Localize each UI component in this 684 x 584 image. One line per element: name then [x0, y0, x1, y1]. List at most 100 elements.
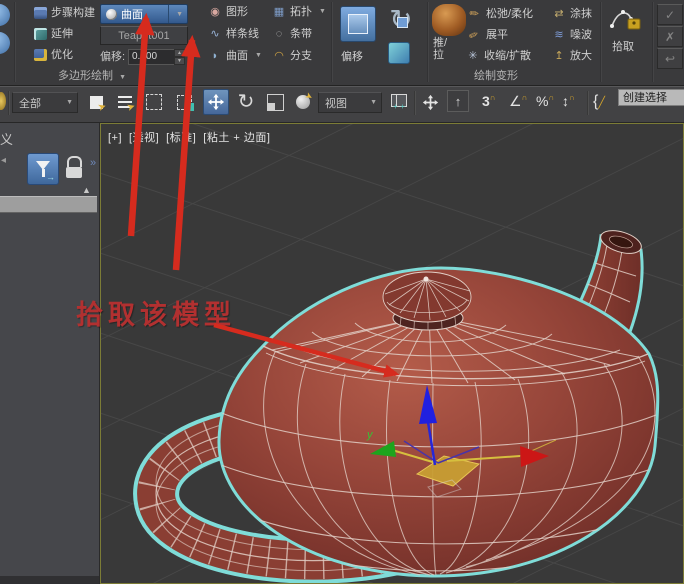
exaggerate-icon: ↥: [552, 50, 566, 63]
pick-deform-button[interactable]: [608, 6, 646, 39]
noise-button[interactable]: ≋ 噪波: [552, 28, 592, 42]
revert-button[interactable]: ↩: [657, 48, 683, 69]
step-build-icon: [34, 7, 47, 19]
snaps-toggle-3d[interactable]: 3∩: [482, 93, 496, 109]
cross-icon: [422, 94, 439, 111]
select-and-place-tool[interactable]: ➤: [291, 90, 315, 114]
cursor-icon: ➤: [96, 101, 107, 114]
optimize-label: 优化: [51, 48, 73, 62]
surface-draw-button[interactable]: ◗ 曲面 ▼: [208, 49, 262, 63]
magnet-icon: ∩: [490, 93, 496, 102]
topology-button[interactable]: ▦ 拓扑 ▼: [272, 5, 326, 19]
viewport-pov-label[interactable]: [透视]: [129, 132, 159, 144]
check-icon: ✓: [665, 8, 675, 22]
use-pivot-center-tool[interactable]: + +: [387, 90, 411, 114]
wrench-icon: ╱: [598, 97, 605, 109]
pick-curve-lock-icon: [608, 6, 646, 34]
angle-snap-toggle[interactable]: ∠∩: [509, 93, 527, 110]
region-select-tool[interactable]: [142, 90, 166, 114]
funnel-arrow-icon: →: [46, 172, 55, 182]
surface-draw-icon: ◗: [208, 50, 222, 63]
filter-selection-button[interactable]: →: [27, 153, 59, 185]
shapes-icon: ◉: [208, 6, 222, 19]
branches-icon: ◠: [272, 50, 286, 63]
shrink-expand-button[interactable]: ✳ 收缩/扩散: [466, 49, 531, 63]
topology-icon: ▦: [272, 6, 286, 19]
clipped-geometry-icon-2[interactable]: [0, 32, 10, 54]
branches-button[interactable]: ◠ 分支: [272, 49, 312, 63]
splines-button[interactable]: ∿ 样条线: [208, 27, 259, 41]
surface-pick-mode-label: 曲面: [121, 6, 143, 22]
snap-move-tool[interactable]: [418, 90, 442, 114]
relax-soften-button[interactable]: ✎ 松弛/柔化: [468, 7, 533, 21]
viewport-canvas[interactable]: y: [101, 124, 683, 583]
smudge-button[interactable]: ⇄ 涂抹: [552, 7, 592, 21]
viewport-menu-button[interactable]: [+]: [108, 132, 122, 144]
paint-deform-panel-label[interactable]: 绘制变形: [474, 67, 518, 83]
shift-offset-icon: [348, 14, 368, 34]
cancel-button[interactable]: ✗: [657, 26, 683, 47]
shapes-button[interactable]: ◉ 图形: [208, 5, 248, 19]
offset-spinner[interactable]: ▲▼: [174, 49, 185, 65]
extend-icon: [34, 28, 47, 40]
clipped-geometry-icon[interactable]: [0, 4, 10, 26]
window-crossing-toggle[interactable]: [172, 90, 196, 114]
shrink-expand-icon: ✳: [466, 50, 480, 63]
picked-object-button[interactable]: Teapot001: [100, 26, 188, 45]
push-pull-icon: [432, 4, 466, 36]
move-cross-icon: [207, 93, 225, 111]
undo-arrow-icon: ↩: [665, 52, 675, 66]
up-direction-tool[interactable]: ↑: [447, 90, 469, 112]
edit-named-selections-button[interactable]: {╱: [593, 93, 605, 111]
rotate-tool[interactable]: ↻: [234, 89, 258, 113]
smudge-brush-icon: ⇄: [552, 8, 566, 21]
rotate-brush-icon: [397, 17, 408, 28]
rotate-brush-tool-button[interactable]: ↻: [384, 3, 418, 37]
noise-icon: ≋: [552, 29, 566, 42]
chevron-left-icon[interactable]: ◂: [1, 155, 6, 166]
shift-offset-tool-button[interactable]: [340, 6, 376, 42]
scale-tool[interactable]: [263, 90, 287, 114]
named-selection-set-field[interactable]: 创建选择: [618, 89, 684, 106]
selection-filter-dropdown[interactable]: 全部 ▼: [12, 92, 78, 113]
step-build-button[interactable]: 步骤构建: [34, 6, 95, 20]
select-object-tool[interactable]: ➤: [84, 90, 108, 114]
extend-button[interactable]: 延伸: [34, 27, 73, 41]
offset-value-field[interactable]: 0.000: [128, 49, 175, 65]
percent-snap-toggle[interactable]: %∩: [536, 93, 554, 109]
surface-pick-mode-button[interactable]: 曲面 ▼: [100, 4, 188, 24]
scale-brush-tool-button[interactable]: [388, 42, 410, 64]
flatten-brush-icon: ✎: [466, 26, 483, 44]
panel-divider: [427, 2, 429, 82]
commit-button[interactable]: ✓: [657, 4, 683, 25]
spinner-snap-toggle[interactable]: ↕∩: [562, 93, 575, 109]
surface-dropdown-arrow[interactable]: ▼: [168, 5, 187, 23]
panel-divider: [652, 2, 654, 82]
relax-brush-icon: ✎: [465, 5, 484, 24]
shift-group-label: 偏移: [341, 50, 363, 64]
strips-button[interactable]: ◌ 条带: [272, 27, 312, 41]
viewport-shading-label[interactable]: [粘土 + 边面]: [203, 132, 270, 144]
snap-3-label: 3: [482, 93, 490, 109]
lock-selection-button[interactable]: [66, 156, 82, 178]
move-tool-active[interactable]: [203, 89, 229, 115]
marquee-icon: [146, 94, 162, 110]
exaggerate-button[interactable]: ↥ 放大: [552, 49, 592, 63]
collapse-triangle-icon[interactable]: ▲: [82, 185, 91, 195]
modifier-stack-row[interactable]: [0, 196, 97, 213]
picked-object-label: Teapot001: [118, 30, 169, 42]
flatten-button[interactable]: ✎ 展平: [468, 28, 508, 42]
optimize-button[interactable]: 优化: [34, 48, 73, 62]
polydraw-panel-label[interactable]: 多边形绘制 ▼: [58, 67, 126, 83]
reference-coordinate-dropdown[interactable]: 视图 ▼: [318, 92, 382, 113]
offset-value: 0.000: [132, 51, 157, 62]
select-by-name-tool[interactable]: ➤: [113, 90, 137, 114]
panel-title-fragment: 定义: [0, 129, 13, 148]
scale-icon: [267, 94, 284, 111]
push-pull-button[interactable]: 推/拉: [433, 37, 457, 61]
viewport-type-label[interactable]: [标准]: [166, 132, 196, 144]
chevrons-right-icon[interactable]: »: [90, 157, 96, 169]
ribbon-freeform-tab: 步骤构建 延伸 优化 曲面 ▼ Teapot001 偏移: 0.000 ▲▼ ◉…: [0, 0, 684, 86]
perspective-viewport[interactable]: y [+] [透视] [标准] [粘土 + 边面]: [100, 123, 684, 584]
splines-icon: ∿: [208, 28, 222, 41]
